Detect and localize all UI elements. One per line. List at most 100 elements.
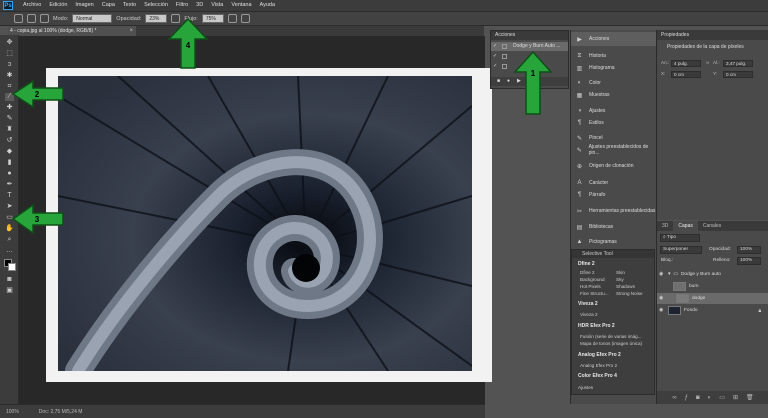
menu-imagen[interactable]: Imagen — [71, 0, 97, 11]
strong-noise-button[interactable]: Strong Noise — [616, 290, 650, 297]
layer-opacity-input[interactable]: 100% — [737, 246, 761, 254]
menu-vista[interactable]: Vista — [207, 0, 227, 11]
pressure-size-icon[interactable] — [240, 14, 250, 23]
action-dialog-toggle[interactable] — [502, 54, 507, 59]
visibility-eye-icon[interactable]: ◉ — [659, 272, 665, 277]
airbrush-icon[interactable] — [227, 14, 237, 23]
dock-bibliotecas[interactable]: ▤ Bibliotecas — [571, 220, 657, 234]
menu-archivo[interactable]: Archivo — [19, 0, 45, 11]
section-color-efex[interactable]: Color Efex Pro 4 — [574, 372, 652, 380]
dock-parrafo[interactable]: ¶ Párrafo — [571, 188, 657, 202]
canvas-area[interactable] — [19, 36, 492, 404]
visibility-eye-icon[interactable]: ◉ — [659, 296, 665, 301]
zoom-tool-icon[interactable]: ⌕ — [5, 236, 14, 244]
adjustment-layer-icon[interactable]: ◐ — [708, 395, 712, 401]
dock-muestras[interactable]: ▦ Muestras — [571, 88, 657, 102]
type-tool-icon[interactable]: T — [5, 192, 14, 200]
pen-tool-icon[interactable]: ✒ — [5, 181, 14, 189]
menu-seleccion[interactable]: Selección — [140, 0, 172, 11]
actions-panel-title[interactable]: Acciones — [491, 31, 568, 40]
dock-acciones[interactable]: ▶ Acciones — [571, 32, 657, 46]
action-toggle-check[interactable]: ✓ — [493, 52, 497, 61]
sky-button[interactable]: Sky — [616, 276, 650, 283]
chevron-down-icon[interactable]: ▾ — [668, 272, 670, 277]
new-layer-icon[interactable]: ⊞ — [733, 394, 738, 401]
stamp-tool-icon[interactable]: ♜ — [5, 126, 14, 134]
hdr-fusion-button[interactable]: Fusión (serie de varias imág... — [580, 333, 652, 340]
properties-tab[interactable]: Propiedades — [657, 30, 768, 40]
mode-select[interactable]: Normal — [72, 14, 113, 23]
tab-canales[interactable]: Canales — [698, 221, 726, 231]
skin-button[interactable]: Skin — [616, 269, 650, 276]
layer-row[interactable]: burn — [657, 281, 768, 292]
dfine-button[interactable]: Dfine 2 — [580, 269, 614, 276]
brush-size-icon[interactable] — [27, 14, 36, 23]
lasso-tool-icon[interactable]: ↄ — [5, 61, 14, 69]
layer-row-selected[interactable]: ◉ dodge — [657, 293, 768, 304]
section-hdr-efex[interactable]: HDR Efex Pro 2 — [574, 322, 652, 330]
analog-efex-button[interactable]: Analog Efex Pro 2 — [580, 362, 650, 369]
fx-icon[interactable]: ƒ — [685, 395, 688, 401]
trash-icon[interactable]: 🗑︎ — [746, 394, 754, 401]
selective-tool-title[interactable]: Selective Tool — [572, 250, 654, 258]
menu-ayuda[interactable]: Ayuda — [256, 0, 280, 11]
dock-clone-source[interactable]: ⊕ Origen de clonación — [571, 159, 657, 173]
more-tools-icon[interactable]: … — [5, 247, 14, 255]
fine-structure-button[interactable]: Fine Structu... — [580, 290, 614, 297]
link-layers-icon[interactable]: ∞ — [672, 395, 676, 401]
menu-texto[interactable]: Texto — [119, 0, 140, 11]
dock-tool-presets[interactable]: ✂ Herramientas preestablecidas — [571, 204, 657, 218]
history-brush-icon[interactable]: ↺ — [5, 137, 14, 145]
doc-size[interactable]: Doc: 2,75 M/5,24 M — [39, 409, 83, 415]
action-dialog-toggle[interactable] — [502, 44, 507, 49]
action-dialog-toggle[interactable] — [502, 64, 507, 69]
layer-filter-select[interactable]: ⌕ Tipo — [660, 234, 700, 242]
opacity-input[interactable]: 23% — [145, 14, 168, 23]
mask-icon[interactable]: ◙ — [696, 395, 700, 401]
dock-brush-presets[interactable]: ✎ Ajustes preestablecidos de pin... — [571, 143, 657, 157]
layer-row-background[interactable]: ◉ Fondo 🔒︎ — [657, 305, 768, 316]
action-toggle-check[interactable]: ✓ — [493, 42, 497, 51]
viveza-button[interactable]: Viveza 2 — [580, 311, 650, 318]
move-tool-icon[interactable]: ✥ — [5, 39, 14, 47]
quick-mask-icon[interactable]: ◙ — [5, 276, 14, 284]
tab-capas[interactable]: Capas — [673, 221, 698, 231]
stop-icon[interactable]: ■ — [497, 77, 500, 86]
link-icon[interactable]: ∞ — [706, 60, 709, 65]
dock-histograma[interactable]: ▥ Histograma — [571, 61, 657, 75]
gradient-tool-icon[interactable]: ▮ — [5, 159, 14, 167]
blur-tool-icon[interactable]: ● — [5, 170, 14, 178]
record-icon[interactable]: ● — [507, 77, 510, 86]
y-field[interactable]: 0 cm — [723, 71, 753, 78]
section-analog-efex[interactable]: Analog Efex Pro 2 — [574, 351, 652, 359]
blend-mode-select[interactable]: Superponer — [660, 246, 702, 254]
marquee-tool-icon[interactable]: ⬚ — [5, 50, 14, 58]
menu-filtro[interactable]: Filtro — [172, 0, 192, 11]
quick-select-tool-icon[interactable]: ✱ — [5, 72, 14, 80]
menu-3d[interactable]: 3D — [192, 0, 207, 11]
visibility-eye-icon[interactable]: ◉ — [659, 308, 665, 313]
background-button[interactable]: Background — [580, 276, 614, 283]
document-canvas[interactable] — [46, 68, 492, 382]
close-tab-icon[interactable]: × — [129, 26, 133, 36]
action-toggle-check[interactable]: ✓ — [493, 62, 497, 71]
tool-preset-icon[interactable] — [14, 14, 23, 23]
shadows-button[interactable]: Shadows — [616, 283, 650, 290]
section-viveza[interactable]: Viveza 2 — [574, 300, 652, 308]
menu-capa[interactable]: Capa — [98, 0, 119, 11]
menu-ventana[interactable]: Ventana — [227, 0, 255, 11]
tab-3d[interactable]: 3D — [657, 221, 673, 231]
eraser-tool-icon[interactable]: ◆ — [5, 148, 14, 156]
dock-pictogramas[interactable]: ▲ Pictogramas — [571, 235, 657, 249]
settings-link[interactable]: Ajustes — [578, 384, 648, 391]
background-color-swatch[interactable] — [8, 263, 16, 271]
brush-tool-icon[interactable]: ✎ — [5, 115, 14, 123]
fill-input[interactable]: 100% — [737, 257, 761, 265]
zoom-level[interactable]: 100% — [6, 409, 19, 415]
layer-group-row[interactable]: ◉ ▾ ▭ Dodge y Burn auto — [657, 269, 768, 280]
hdr-tonemap-button[interactable]: Mapa de tonos (imagen única) — [580, 340, 652, 347]
brush-panel-icon[interactable] — [40, 14, 49, 23]
menu-edicion[interactable]: Edición — [45, 0, 71, 11]
x-field[interactable]: 0 cm — [671, 71, 701, 78]
new-group-icon[interactable]: ▭ — [719, 394, 725, 401]
